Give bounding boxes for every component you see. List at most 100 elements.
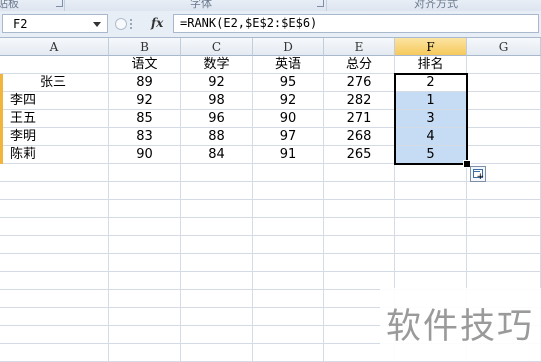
cell-G1[interactable] bbox=[467, 56, 541, 74]
cell-C6[interactable]: 84 bbox=[181, 146, 253, 164]
column-header-F[interactable]: F bbox=[395, 38, 467, 56]
cell-B8[interactable] bbox=[109, 182, 181, 200]
cell-D13[interactable] bbox=[253, 272, 324, 290]
cell-C7[interactable] bbox=[181, 164, 253, 182]
selection-range[interactable] bbox=[394, 73, 468, 165]
cell-D17[interactable] bbox=[253, 344, 324, 362]
chevron-down-icon[interactable] bbox=[93, 22, 101, 27]
cell-A10[interactable] bbox=[0, 218, 109, 236]
cell-A11[interactable] bbox=[0, 236, 109, 254]
cell-C4[interactable]: 96 bbox=[181, 110, 253, 128]
cell-D10[interactable] bbox=[253, 218, 324, 236]
cell-D1[interactable]: 英语 bbox=[253, 56, 324, 74]
cell-G2[interactable] bbox=[467, 74, 541, 92]
cell-G6[interactable] bbox=[467, 146, 541, 164]
cell-C8[interactable] bbox=[181, 182, 253, 200]
cell-A8[interactable] bbox=[0, 182, 109, 200]
cell-C14[interactable] bbox=[181, 290, 253, 308]
cell-A16[interactable] bbox=[0, 326, 109, 344]
cell-E9[interactable] bbox=[324, 200, 395, 218]
cell-D16[interactable] bbox=[253, 326, 324, 344]
cell-B5[interactable]: 83 bbox=[109, 128, 181, 146]
cell-C17[interactable] bbox=[181, 344, 253, 362]
cell-C9[interactable] bbox=[181, 200, 253, 218]
cell-D12[interactable] bbox=[253, 254, 324, 272]
cell-A15[interactable] bbox=[0, 308, 109, 326]
cell-D8[interactable] bbox=[253, 182, 324, 200]
cell-E11[interactable] bbox=[324, 236, 395, 254]
ribbon-group-font[interactable]: 字体 bbox=[190, 0, 212, 11]
cell-B4[interactable]: 85 bbox=[109, 110, 181, 128]
cell-E4[interactable]: 271 bbox=[324, 110, 395, 128]
cell-B11[interactable] bbox=[109, 236, 181, 254]
cell-A1[interactable] bbox=[0, 56, 109, 74]
cell-E7[interactable] bbox=[324, 164, 395, 182]
cell-B14[interactable] bbox=[109, 290, 181, 308]
cell-B6[interactable]: 90 bbox=[109, 146, 181, 164]
cell-E10[interactable] bbox=[324, 218, 395, 236]
cell-D5[interactable]: 97 bbox=[253, 128, 324, 146]
cell-A7[interactable] bbox=[0, 164, 109, 182]
cell-F12[interactable] bbox=[395, 254, 467, 272]
cell-E12[interactable] bbox=[324, 254, 395, 272]
formula-input[interactable]: =RANK(E2,$E$2:$E$6) bbox=[173, 14, 539, 33]
cell-F8[interactable] bbox=[395, 182, 467, 200]
cell-G3[interactable] bbox=[467, 92, 541, 110]
cell-E3[interactable]: 282 bbox=[324, 92, 395, 110]
column-header-A[interactable]: A bbox=[0, 38, 109, 56]
cell-G5[interactable] bbox=[467, 128, 541, 146]
cell-F11[interactable] bbox=[395, 236, 467, 254]
cell-D7[interactable] bbox=[253, 164, 324, 182]
cell-F10[interactable] bbox=[395, 218, 467, 236]
cell-D14[interactable] bbox=[253, 290, 324, 308]
cell-D2[interactable]: 95 bbox=[253, 74, 324, 92]
cell-C1[interactable]: 数学 bbox=[181, 56, 253, 74]
cell-D9[interactable] bbox=[253, 200, 324, 218]
cell-A3[interactable]: 李四 bbox=[0, 92, 109, 110]
cell-D4[interactable]: 90 bbox=[253, 110, 324, 128]
cell-D11[interactable] bbox=[253, 236, 324, 254]
column-header-E[interactable]: E bbox=[324, 38, 395, 56]
cell-B1[interactable]: 语文 bbox=[109, 56, 181, 74]
cell-C5[interactable]: 88 bbox=[181, 128, 253, 146]
cell-A12[interactable] bbox=[0, 254, 109, 272]
cell-C11[interactable] bbox=[181, 236, 253, 254]
cell-G12[interactable] bbox=[467, 254, 541, 272]
cell-B15[interactable] bbox=[109, 308, 181, 326]
cell-A14[interactable] bbox=[0, 290, 109, 308]
font-launcher-icon[interactable] bbox=[317, 0, 324, 7]
cell-C16[interactable] bbox=[181, 326, 253, 344]
cell-B13[interactable] bbox=[109, 272, 181, 290]
cell-E2[interactable]: 276 bbox=[324, 74, 395, 92]
cancel-circle-icon[interactable] bbox=[115, 18, 127, 30]
cell-C3[interactable]: 98 bbox=[181, 92, 253, 110]
cell-B9[interactable] bbox=[109, 200, 181, 218]
cell-G4[interactable] bbox=[467, 110, 541, 128]
column-header-B[interactable]: B bbox=[109, 38, 181, 56]
column-header-G[interactable]: G bbox=[467, 38, 541, 56]
cell-A17[interactable] bbox=[0, 344, 109, 362]
cell-E8[interactable] bbox=[324, 182, 395, 200]
cell-E1[interactable]: 总分 bbox=[324, 56, 395, 74]
clipboard-launcher-icon[interactable] bbox=[56, 0, 63, 7]
cell-A9[interactable] bbox=[0, 200, 109, 218]
insert-function-icon[interactable]: fx bbox=[151, 16, 163, 30]
cell-G8[interactable] bbox=[467, 182, 541, 200]
column-header-D[interactable]: D bbox=[253, 38, 324, 56]
cell-B2[interactable]: 89 bbox=[109, 74, 181, 92]
cell-A5[interactable]: 李明 bbox=[0, 128, 109, 146]
cell-A6[interactable]: 陈莉 bbox=[0, 146, 109, 164]
splitter-dots-icon[interactable] bbox=[130, 19, 134, 29]
cell-C15[interactable] bbox=[181, 308, 253, 326]
cell-D3[interactable]: 92 bbox=[253, 92, 324, 110]
cell-C2[interactable]: 92 bbox=[181, 74, 253, 92]
column-header-C[interactable]: C bbox=[181, 38, 253, 56]
cell-B3[interactable]: 92 bbox=[109, 92, 181, 110]
cell-G9[interactable] bbox=[467, 200, 541, 218]
cell-D15[interactable] bbox=[253, 308, 324, 326]
cell-G11[interactable] bbox=[467, 236, 541, 254]
ribbon-group-clipboard[interactable]: 剪贴板 bbox=[0, 0, 19, 11]
cell-A13[interactable] bbox=[0, 272, 109, 290]
cell-A2[interactable]: 张三 bbox=[0, 74, 109, 92]
cell-C13[interactable] bbox=[181, 272, 253, 290]
